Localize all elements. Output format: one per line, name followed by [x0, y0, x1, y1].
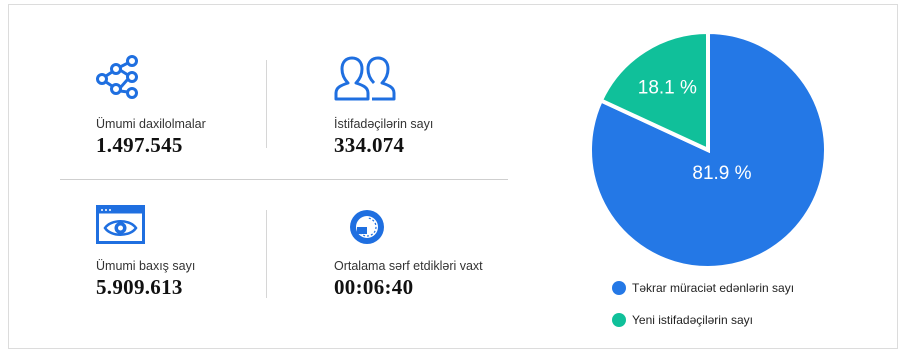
legend-label-new: Yeni istifadəçilərin sayı [632, 313, 753, 327]
stat-value: 00:06:40 [334, 275, 414, 299]
divider [266, 60, 267, 148]
users-icon [334, 55, 406, 108]
legend-label-returning: Təkrar müraciət edənlərin sayı [632, 281, 795, 295]
users-pie-chart: 81.9 % 18.1 % [588, 30, 828, 270]
network-icon [96, 55, 144, 106]
legend-item-new: Yeni istifadəçilərin sayı [612, 313, 753, 327]
pie-slice-label-1: 18.1 % [638, 77, 697, 98]
stat-avg-time: Ortalama sərf etdikləri vaxt 00:06:40 [334, 205, 534, 305]
stat-users: İstifadəçilərin sayı 334.074 [334, 55, 534, 157]
clock-icon [348, 208, 386, 251]
stat-label: İstifadəçilərin sayı [334, 117, 434, 131]
pie-slice-label-0: 81.9 % [692, 163, 751, 184]
stat-label: Ümumi baxış sayı [96, 259, 196, 273]
stat-value: 334.074 [334, 133, 405, 157]
legend-dot-new [612, 313, 626, 327]
stat-value: 1.497.545 [96, 133, 183, 157]
legend-item-returning: Təkrar müraciət edənlərin sayı [612, 281, 794, 295]
stat-label: Ümumi daxilolmalar [96, 117, 206, 131]
stat-total-entries: Ümumi daxilolmalar 1.497.545 [96, 55, 256, 157]
eye-window-icon [96, 205, 146, 250]
horizontal-divider [60, 179, 508, 180]
stat-value: 5.909.613 [96, 275, 183, 299]
stat-label: Ortalama sərf etdikləri vaxt [334, 259, 483, 273]
divider [266, 210, 267, 298]
stat-page-views: Ümumi baxış sayı 5.909.613 [96, 205, 256, 305]
legend-dot-returning [612, 281, 626, 295]
